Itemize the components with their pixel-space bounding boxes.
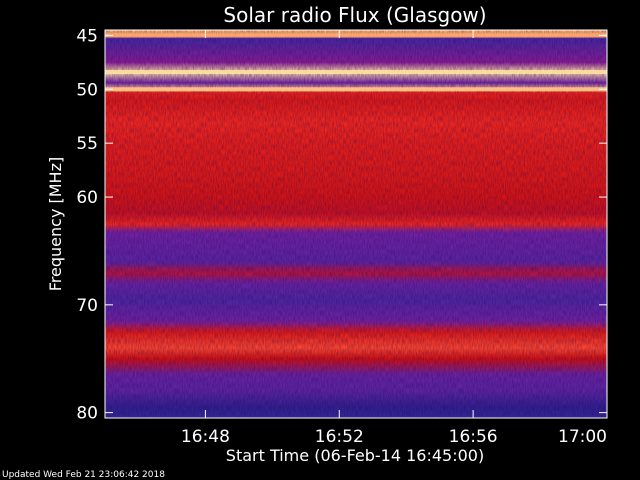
y-tick-label: 50 [76, 80, 98, 100]
y-tick-label: 70 [76, 296, 98, 316]
spectrogram-chart: Solar radio Flux (Glasgow) 455055607080 … [2, 3, 608, 480]
y-tick-label: 80 [76, 404, 98, 424]
bright-band [105, 33, 607, 38]
y-axis-label: Frequency [MHz] [46, 157, 65, 291]
y-tick-label: 60 [76, 188, 98, 208]
x-tick-label: 16:56 [449, 427, 498, 447]
chart-title: Solar radio Flux (Glasgow) [223, 3, 486, 27]
y-tick-label: 55 [76, 134, 98, 154]
x-tick-label: 16:52 [315, 427, 364, 447]
plot-area [104, 29, 608, 419]
bright-band [105, 70, 607, 75]
x-tick-label: 16:48 [181, 427, 230, 447]
x-axis-label: Start Time (06-Feb-14 16:45:00) [226, 446, 484, 465]
bright-band [105, 87, 607, 92]
updated-footer: Updated Wed Feb 21 23:06:42 2018 [2, 470, 165, 480]
x-tick-label: 17:00 [558, 427, 607, 447]
y-tick-label: 45 [76, 26, 98, 46]
